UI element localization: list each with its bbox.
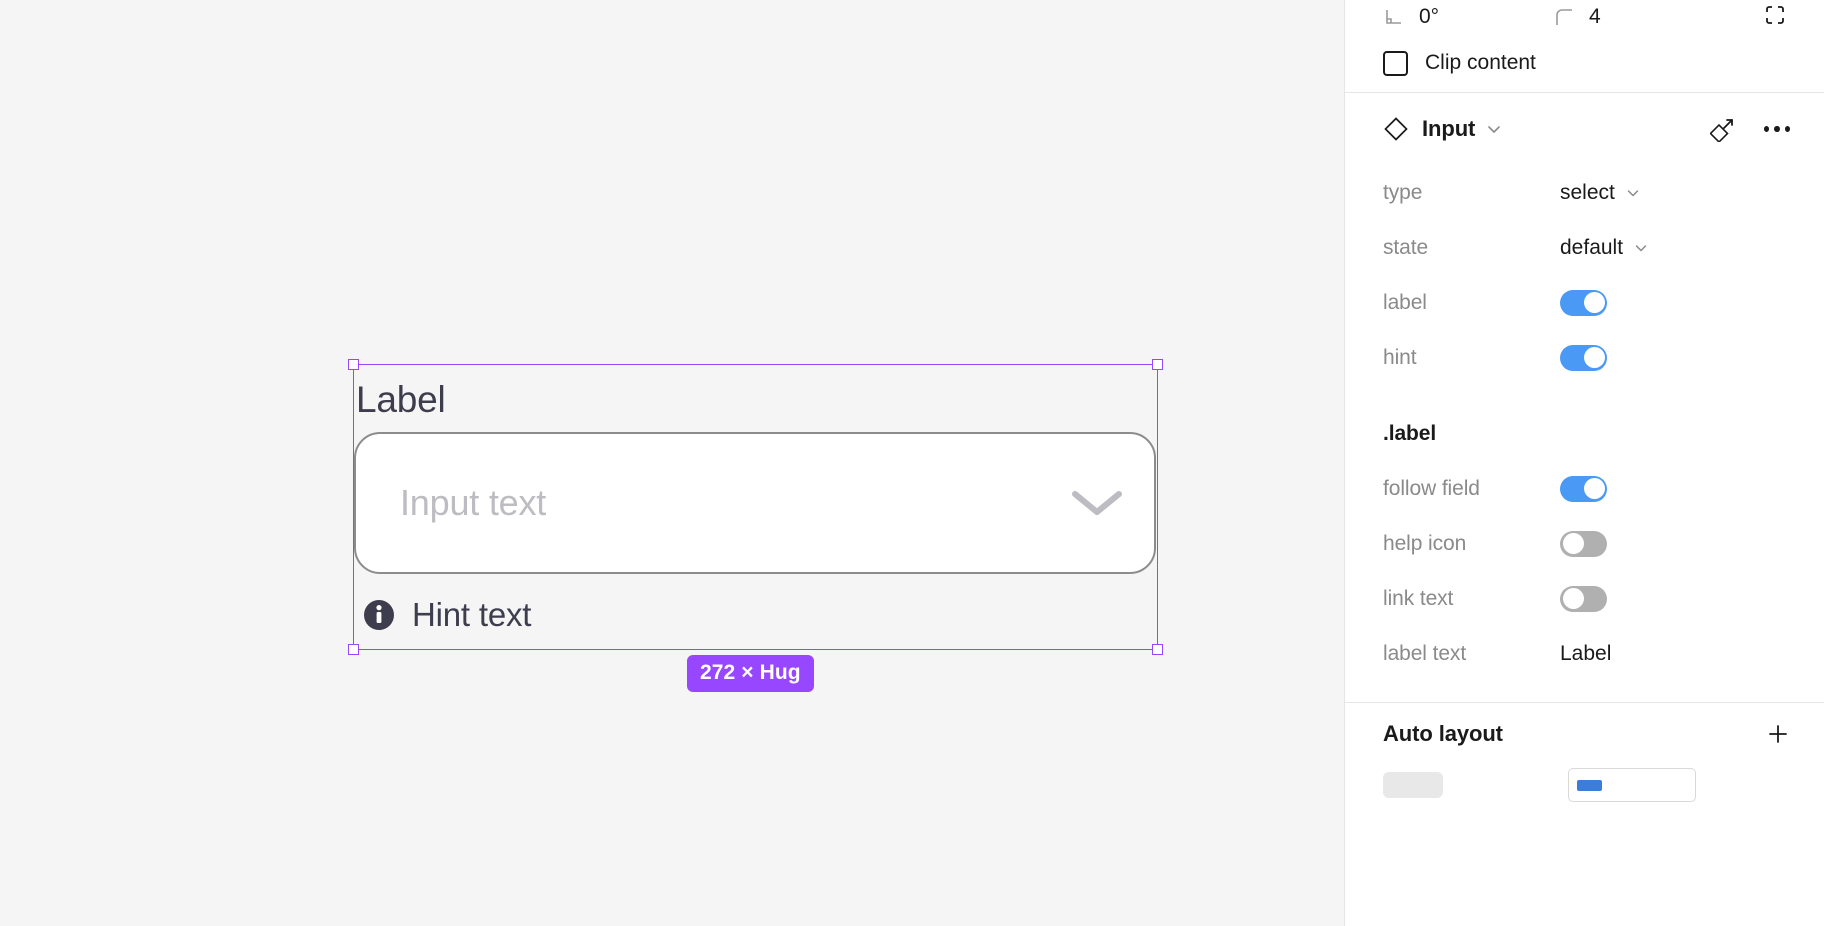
hint-text: Hint text bbox=[412, 596, 532, 633]
geometry-row: 0° 4 bbox=[1345, 0, 1824, 34]
toggle-follow-field[interactable] bbox=[1560, 475, 1607, 502]
component-header-actions bbox=[1710, 116, 1790, 142]
clip-content-label: Clip content bbox=[1425, 51, 1536, 74]
toggle-knob bbox=[1583, 478, 1605, 499]
property-label: label text bbox=[1383, 641, 1467, 665]
info-icon bbox=[364, 600, 394, 630]
component-diamond-icon bbox=[1384, 117, 1408, 141]
auto-layout-header: Auto layout bbox=[1345, 703, 1824, 765]
auto-layout-alignment-control[interactable] bbox=[1568, 768, 1696, 802]
property-select-state[interactable]: default bbox=[1560, 236, 1649, 260]
toggle-knob bbox=[1583, 292, 1605, 313]
toggle-knob bbox=[1583, 347, 1605, 368]
property-label: state bbox=[1383, 235, 1429, 259]
component-instance-header[interactable]: Input bbox=[1345, 93, 1824, 165]
toggle-hint[interactable] bbox=[1560, 344, 1607, 371]
corner-radius-field[interactable]: 4 bbox=[1553, 5, 1723, 29]
rotation-field[interactable]: 0° bbox=[1383, 5, 1553, 29]
auto-layout-title: Auto layout bbox=[1383, 721, 1503, 746]
property-label: label bbox=[1383, 290, 1427, 314]
corner-radius-value: 4 bbox=[1589, 5, 1601, 28]
toggle-help-icon[interactable] bbox=[1560, 530, 1607, 557]
property-row-label[interactable]: label bbox=[1345, 275, 1824, 330]
auto-layout-direction-control[interactable] bbox=[1383, 772, 1443, 798]
hint-row: Hint text bbox=[354, 574, 1156, 652]
property-row-help-icon[interactable]: help icon bbox=[1345, 516, 1824, 571]
toggle-label[interactable] bbox=[1560, 289, 1607, 316]
size-badge: 272 × Hug bbox=[687, 655, 814, 692]
property-row-type[interactable]: type select bbox=[1345, 165, 1824, 220]
property-label: hint bbox=[1383, 345, 1417, 369]
property-row-hint[interactable]: hint bbox=[1345, 330, 1824, 385]
component-label-text: Label bbox=[356, 379, 446, 420]
component-title: Input bbox=[1422, 116, 1476, 141]
properties-panel: 0° 4 Clip content Input type select stat… bbox=[1344, 0, 1824, 926]
property-row-label-text[interactable]: label text Label bbox=[1345, 626, 1824, 681]
chevron-down-icon[interactable] bbox=[1625, 185, 1641, 201]
property-group-title: .label bbox=[1383, 421, 1437, 445]
plus-icon[interactable] bbox=[1766, 722, 1790, 746]
property-value: default bbox=[1560, 235, 1624, 259]
design-canvas[interactable]: Label Input text Hint text 272 × Hug bbox=[0, 0, 1344, 926]
property-label: help icon bbox=[1383, 531, 1467, 555]
select-field[interactable]: Input text bbox=[354, 432, 1156, 574]
property-row-link-text[interactable]: link text bbox=[1345, 571, 1824, 626]
corner-radius-icon bbox=[1556, 9, 1572, 25]
property-label: type bbox=[1383, 180, 1423, 204]
auto-layout-controls[interactable] bbox=[1345, 765, 1824, 805]
label-text-value[interactable]: Label bbox=[1560, 642, 1611, 666]
rotation-value: 0° bbox=[1419, 5, 1440, 28]
property-value: select bbox=[1560, 180, 1615, 204]
toggle-knob bbox=[1562, 533, 1584, 554]
toggle-link-text[interactable] bbox=[1560, 585, 1607, 612]
clip-content-row[interactable]: Clip content bbox=[1345, 34, 1824, 92]
chevron-down-icon bbox=[1072, 491, 1122, 515]
chevron-down-icon[interactable] bbox=[1485, 120, 1503, 138]
property-label: link text bbox=[1383, 586, 1454, 610]
angle-icon bbox=[1386, 10, 1401, 24]
independent-corners-icon bbox=[1766, 5, 1784, 24]
checkbox-icon[interactable] bbox=[1383, 50, 1408, 76]
select-field-placeholder: Input text bbox=[400, 482, 547, 523]
input-component-preview[interactable]: Label Input text Hint text bbox=[354, 365, 1156, 652]
property-label: follow field bbox=[1383, 476, 1480, 500]
property-row-state[interactable]: state default bbox=[1345, 220, 1824, 275]
property-row-follow-field[interactable]: follow field bbox=[1345, 461, 1824, 516]
design-tool-window: Label Input text Hint text 272 × Hug 0° … bbox=[0, 0, 1824, 926]
detach-instance-icon[interactable] bbox=[1710, 116, 1736, 142]
independent-corners-button[interactable] bbox=[1764, 4, 1786, 31]
toggle-knob bbox=[1562, 588, 1584, 609]
property-select-type[interactable]: select bbox=[1560, 181, 1641, 205]
chevron-down-icon[interactable] bbox=[1633, 240, 1649, 256]
more-options-icon[interactable] bbox=[1764, 126, 1790, 133]
